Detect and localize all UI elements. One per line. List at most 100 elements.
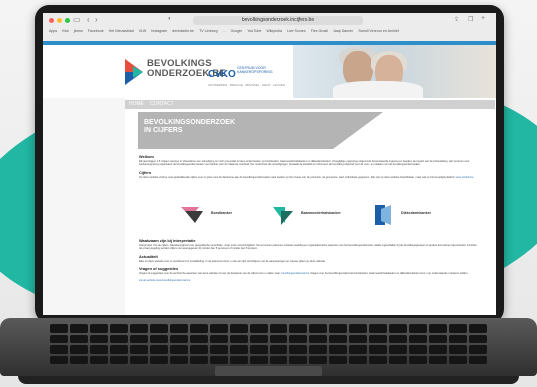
bookmark-item[interactable]: Jaap Damen bbox=[333, 29, 353, 33]
keyboard-key bbox=[109, 334, 128, 343]
vragen-email-link[interactable]: bevolkingsonderzoek.be bbox=[281, 272, 309, 275]
keyboard-key bbox=[109, 324, 128, 333]
bookmark-item[interactable]: Wikipedia bbox=[266, 29, 282, 33]
share-icon[interactable]: ⇪ bbox=[454, 16, 459, 23]
bevolkingsonderzoek-logo-icon[interactable] bbox=[125, 59, 143, 85]
main-content: Welkom Elk jaar krijgen 1,5 miljoen mens… bbox=[139, 154, 479, 182]
sidebar-icon[interactable]: ▭ bbox=[73, 15, 81, 24]
keyboard-key bbox=[50, 355, 68, 364]
keyboard-key bbox=[269, 334, 288, 343]
keyboard-key bbox=[469, 355, 487, 364]
bookmark-item[interactable]: Het Nieuwsblad bbox=[109, 29, 134, 33]
keyboard-key bbox=[50, 334, 68, 343]
keyboard-key bbox=[409, 345, 428, 354]
keyboard-key bbox=[129, 355, 148, 364]
bookmark-item[interactable]: deredactie.be bbox=[172, 29, 194, 33]
keyboard-key bbox=[369, 345, 388, 354]
keyboard-key bbox=[349, 345, 368, 354]
welkom-heading: Welkom bbox=[139, 154, 154, 159]
bookmark-item[interactable]: Flex Gmail bbox=[311, 29, 328, 33]
cijfers-text: Op deze website vindt je veel gedetaille… bbox=[139, 175, 455, 179]
keyboard-key bbox=[349, 334, 368, 343]
vragen-heading: Vragen of suggesties bbox=[139, 266, 179, 272]
keyboard-key bbox=[409, 324, 428, 333]
keyboard-key bbox=[309, 345, 328, 354]
bookmark-item[interactable]: Sanofi Verzuur en Archief bbox=[358, 29, 399, 33]
keyboard-key bbox=[369, 334, 388, 343]
keyboard-key bbox=[389, 334, 408, 343]
bookmark-item[interactable]: Instagram bbox=[151, 29, 167, 33]
bookmark-item[interactable]: Live Scores bbox=[287, 29, 306, 33]
keyboard-key bbox=[409, 355, 428, 364]
keyboard-key bbox=[449, 324, 468, 333]
banner-line-2: IN CIJFERS bbox=[144, 127, 183, 134]
bookmark-item[interactable]: Facebook bbox=[88, 29, 104, 33]
keyboard-key bbox=[369, 355, 388, 364]
keyboard-key bbox=[89, 324, 108, 333]
borstkanker-label[interactable]: Borstkanker bbox=[211, 211, 232, 215]
lower-content: Waakzaam zijn bij interpretatie Interpre… bbox=[139, 238, 479, 285]
keyboard-key bbox=[249, 345, 268, 354]
cijfers-heading: Cijfers bbox=[139, 169, 152, 175]
bookmark-item[interactable]: Kiwi bbox=[62, 29, 69, 33]
keyboard-key bbox=[249, 324, 268, 333]
keyboard-key bbox=[289, 324, 308, 333]
baarmoederhalskanker-label[interactable]: Baarmoederhalskanker bbox=[301, 211, 341, 215]
back-icon[interactable]: ‹ bbox=[87, 15, 90, 24]
bookmark-item[interactable]: YouTube bbox=[247, 29, 261, 33]
keyboard-key bbox=[389, 324, 408, 333]
browser-screen: ▭ ‹ › ◐ bevolkingsonderzoek.incijfers.be… bbox=[43, 13, 496, 315]
keyboard-key bbox=[149, 324, 168, 333]
keyboard-key bbox=[229, 334, 248, 343]
borstkanker-icon[interactable] bbox=[181, 203, 211, 227]
keyboard-key bbox=[89, 345, 108, 354]
shield-icon[interactable]: ◐ bbox=[168, 16, 172, 22]
bookmark-item[interactable]: Apps bbox=[49, 29, 57, 33]
nav-contact[interactable]: CONTACT bbox=[150, 100, 174, 109]
tabs-icon[interactable]: ❐ bbox=[468, 16, 473, 23]
trackpad[interactable] bbox=[215, 366, 322, 376]
banner-arrow bbox=[333, 112, 383, 149]
keyboard-key bbox=[189, 345, 208, 354]
actualiteit-heading: Actualiteit bbox=[139, 253, 158, 259]
new-tab-icon[interactable]: + bbox=[481, 15, 485, 22]
browser-chrome: ▭ ‹ › ◐ bevolkingsonderzoek.incijfers.be… bbox=[43, 13, 496, 42]
keyboard-key bbox=[169, 324, 188, 333]
website-link[interactable]: via de website www.bevolkingsonderzoek.b… bbox=[139, 279, 479, 282]
bookmark-item[interactable]: Google bbox=[231, 29, 243, 33]
keyboard-key bbox=[89, 334, 108, 343]
keyboard-key bbox=[229, 324, 248, 333]
banner-line-1: BEVOLKINGSONDERZOEK bbox=[144, 119, 236, 126]
keyboard-key bbox=[249, 355, 268, 364]
keyboard-key bbox=[369, 324, 388, 333]
keyboard-key bbox=[229, 345, 248, 354]
bookmark-item[interactable]: TV Limburg bbox=[199, 29, 218, 33]
baarmoederhalskanker-icon[interactable] bbox=[271, 203, 301, 227]
keyboard-key bbox=[309, 355, 328, 364]
dikkedarmkanker-label[interactable]: Dikkedarmkanker bbox=[401, 211, 431, 215]
keyboard-key bbox=[309, 324, 328, 333]
keyboard-key bbox=[429, 324, 448, 333]
bookmark-item[interactable]: VLW bbox=[139, 29, 147, 33]
minimize-dot[interactable] bbox=[57, 18, 62, 23]
maximize-dot[interactable] bbox=[65, 18, 70, 23]
nav-home[interactable]: HOME bbox=[129, 100, 144, 109]
keyboard-key bbox=[169, 334, 188, 343]
keyboard-key bbox=[69, 324, 88, 333]
ciko-logo[interactable]: CvKO CENTRUM VOOR KANKEROPSPORING ANTWER… bbox=[208, 64, 293, 87]
bookmark-item[interactable]: ... bbox=[223, 29, 226, 33]
keyboard-key bbox=[89, 355, 108, 364]
close-dot[interactable] bbox=[49, 18, 54, 23]
bookmark-item[interactable]: jiwino bbox=[74, 29, 83, 33]
forward-icon[interactable]: › bbox=[95, 15, 98, 24]
keyboard-key bbox=[249, 334, 268, 343]
ciko-subtitle: CENTRUM VOOR KANKEROPSPORING bbox=[237, 66, 273, 74]
keyboard-key bbox=[269, 355, 288, 364]
keyboard-key bbox=[429, 334, 448, 343]
cijfers-link[interactable]: www.cirulink.be bbox=[456, 176, 474, 179]
keyboard-key bbox=[269, 345, 288, 354]
keyboard-key bbox=[169, 355, 188, 364]
keyboard-key bbox=[409, 334, 428, 343]
address-bar[interactable]: bevolkingsonderzoek.incijfers.be bbox=[193, 16, 363, 25]
dikkedarmkanker-icon[interactable] bbox=[371, 203, 401, 227]
